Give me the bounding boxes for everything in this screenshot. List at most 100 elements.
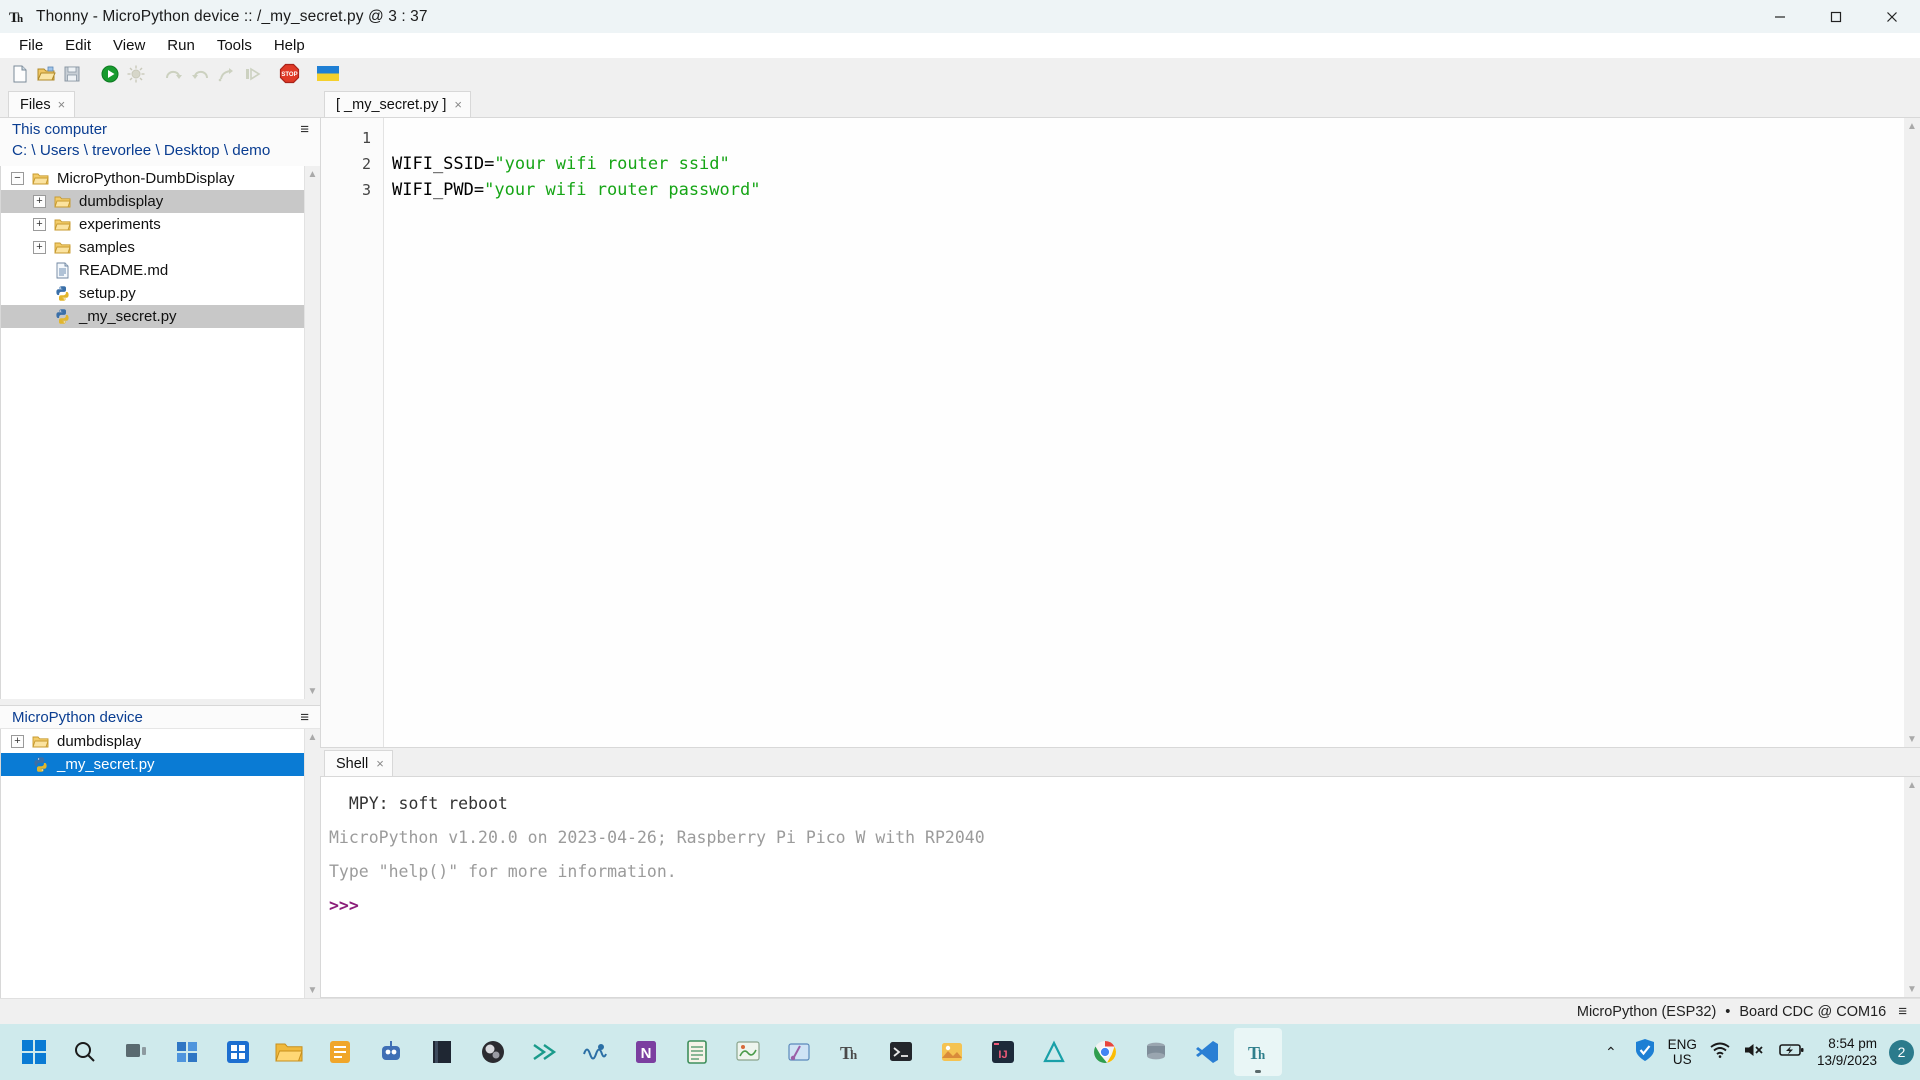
status-connection[interactable]: Board CDC @ COM16 — [1739, 1004, 1886, 1020]
onenote-icon[interactable]: N — [622, 1028, 670, 1076]
tab-shell-close-icon[interactable]: × — [376, 756, 384, 771]
menu-file[interactable]: File — [8, 34, 54, 57]
shell-output[interactable]: MPY: soft reboot MicroPython v1.20.0 on … — [321, 777, 1904, 997]
tab-my-secret-py[interactable]: [ _my_secret.py ] × — [324, 91, 471, 117]
step-out-icon[interactable] — [213, 61, 238, 86]
device-panel-hamburger-icon[interactable]: ≡ — [297, 710, 312, 725]
search-icon[interactable] — [61, 1028, 109, 1076]
terminal-icon[interactable] — [877, 1028, 925, 1076]
step-into-icon[interactable] — [187, 61, 212, 86]
sketch-app-icon[interactable] — [520, 1028, 568, 1076]
open-file-icon[interactable] — [33, 61, 58, 86]
scroll-down-arrow-icon[interactable]: ▼ — [305, 982, 320, 998]
volume-muted-icon[interactable] — [1743, 1041, 1767, 1064]
tree-row-micropython-dumbdisplay[interactable]: − MicroPython-DumbDisplay — [1, 167, 304, 190]
tree-row-readme[interactable]: README.md — [1, 259, 304, 282]
tree-row-dumbdisplay[interactable]: + dumbdisplay — [1, 190, 304, 213]
device-row-my-secret-py[interactable]: _my_secret.py — [1, 753, 304, 776]
tree-row-experiments[interactable]: + experiments — [1, 213, 304, 236]
ukraine-flag-icon[interactable] — [315, 61, 340, 86]
shell-prompt[interactable]: >>> — [329, 889, 1904, 923]
shell-body[interactable]: MPY: soft reboot MicroPython v1.20.0 on … — [320, 776, 1920, 998]
save-file-icon[interactable] — [59, 61, 84, 86]
run-icon[interactable] — [97, 61, 122, 86]
device-tree[interactable]: + dumbdisplay _my_secret.py — [1, 729, 304, 998]
menu-edit[interactable]: Edit — [54, 34, 102, 57]
step-over-icon[interactable] — [161, 61, 186, 86]
expander-icon[interactable]: + — [33, 241, 46, 254]
stop-icon[interactable]: STOP — [277, 61, 302, 86]
tab-shell[interactable]: Shell × — [324, 750, 393, 776]
maximize-button[interactable] — [1808, 0, 1864, 33]
code-identifier: WIFI_PWD= — [392, 180, 485, 200]
tab-my-secret-py-close-icon[interactable]: × — [454, 97, 462, 112]
status-backend[interactable]: MicroPython (ESP32) — [1577, 1004, 1716, 1020]
device-row-dumbdisplay[interactable]: + dumbdisplay — [1, 730, 304, 753]
notes-app-icon[interactable] — [316, 1028, 364, 1076]
scroll-up-arrow-icon[interactable]: ▲ — [305, 729, 320, 745]
task-view-icon[interactable] — [112, 1028, 160, 1076]
new-file-icon[interactable] — [7, 61, 32, 86]
thonny-icon-1[interactable]: T h — [826, 1028, 874, 1076]
files-panel-hamburger-icon[interactable]: ≡ — [297, 122, 312, 137]
file-explorer-icon[interactable] — [265, 1028, 313, 1076]
windows-taskbar: N T h IJ T h ⌃ ENG US 8:54 pm 13/9/2023 … — [0, 1024, 1920, 1080]
language-indicator[interactable]: ENG US — [1668, 1037, 1697, 1067]
resume-icon[interactable] — [239, 61, 264, 86]
clock[interactable]: 8:54 pm 13/9/2023 — [1817, 1035, 1877, 1069]
menu-run[interactable]: Run — [156, 34, 206, 57]
expander-icon[interactable]: + — [33, 195, 46, 208]
windows-security-icon[interactable] — [1634, 1038, 1656, 1067]
scroll-up-arrow-icon[interactable]: ▲ — [1904, 777, 1920, 793]
start-button[interactable] — [10, 1028, 58, 1076]
status-hamburger-icon[interactable]: ≡ — [1895, 1004, 1910, 1019]
scroll-down-arrow-icon[interactable]: ▼ — [1904, 731, 1920, 747]
robot-app-icon[interactable] — [367, 1028, 415, 1076]
tree-row-setup-py[interactable]: setup.py — [1, 282, 304, 305]
audacity-icon[interactable] — [571, 1028, 619, 1076]
tab-files-close-icon[interactable]: × — [58, 97, 66, 112]
close-button[interactable] — [1864, 0, 1920, 33]
tree-row-samples[interactable]: + samples — [1, 236, 304, 259]
menu-tools[interactable]: Tools — [206, 34, 263, 57]
tray-expand-chevron-icon[interactable]: ⌃ — [1600, 1044, 1622, 1061]
obs-studio-icon[interactable] — [469, 1028, 517, 1076]
wifi-icon[interactable] — [1709, 1041, 1731, 1064]
editor-vertical-scrollbar[interactable]: ▲ ▼ — [1904, 118, 1920, 747]
menu-view[interactable]: View — [102, 34, 156, 57]
editor-code-area[interactable]: WIFI_SSID="your wifi router ssid" WIFI_P… — [383, 118, 1904, 747]
tab-files[interactable]: Files × — [8, 91, 76, 117]
microsoft-store-icon[interactable] — [214, 1028, 262, 1076]
scroll-down-arrow-icon[interactable]: ▼ — [1904, 981, 1920, 997]
expander-icon[interactable]: + — [11, 735, 24, 748]
intellij-icon[interactable]: IJ — [979, 1028, 1027, 1076]
scroll-up-arrow-icon[interactable]: ▲ — [1904, 118, 1920, 134]
minimize-button[interactable] — [1752, 0, 1808, 33]
tree-row-my-secret-py[interactable]: _my_secret.py — [1, 305, 304, 328]
current-path[interactable]: C: \ Users \ trevorlee \ Desktop \ demo — [12, 140, 308, 162]
notification-badge[interactable]: 2 — [1889, 1039, 1914, 1065]
thonny-icon-2[interactable]: T h — [1234, 1028, 1282, 1076]
photos-icon[interactable] — [928, 1028, 976, 1076]
expander-icon[interactable]: + — [33, 218, 46, 231]
battery-charging-icon[interactable] — [1779, 1042, 1805, 1063]
scroll-up-arrow-icon[interactable]: ▲ — [305, 166, 320, 182]
database-icon[interactable] — [1132, 1028, 1180, 1076]
arduino-icon[interactable] — [1030, 1028, 1078, 1076]
snipping-tool-icon[interactable] — [775, 1028, 823, 1076]
widgets-icon[interactable] — [163, 1028, 211, 1076]
device-tree-scrollbar[interactable]: ▲ ▼ — [304, 729, 320, 998]
chrome-icon[interactable] — [1081, 1028, 1129, 1076]
expander-icon[interactable]: − — [11, 172, 24, 185]
svg-text:h: h — [17, 13, 23, 25]
notepad-icon[interactable] — [673, 1028, 721, 1076]
shell-vertical-scrollbar[interactable]: ▲ ▼ — [1904, 777, 1920, 997]
book-app-icon[interactable] — [418, 1028, 466, 1076]
vscode-icon[interactable] — [1183, 1028, 1231, 1076]
scroll-down-arrow-icon[interactable]: ▼ — [305, 683, 320, 699]
paint-icon[interactable] — [724, 1028, 772, 1076]
files-tree-scrollbar[interactable]: ▲ ▼ — [304, 166, 320, 699]
debug-icon[interactable] — [123, 61, 148, 86]
menu-help[interactable]: Help — [263, 34, 316, 57]
files-tree[interactable]: − MicroPython-DumbDisplay + dumbdisplay … — [1, 166, 304, 699]
